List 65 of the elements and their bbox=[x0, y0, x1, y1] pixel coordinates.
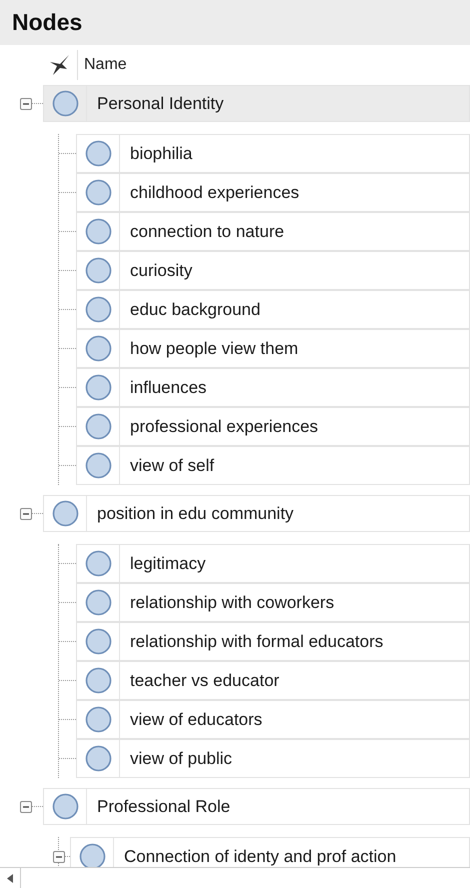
panel-title: Nodes bbox=[12, 9, 82, 36]
collapse-button[interactable] bbox=[20, 98, 32, 110]
node-icon bbox=[78, 843, 106, 867]
node-label: influences bbox=[129, 378, 207, 398]
node-label: relationship with coworkers bbox=[129, 592, 334, 612]
node-label: Professional Role bbox=[96, 796, 230, 816]
tree-row[interactable]: view of public bbox=[76, 739, 470, 778]
node-icon bbox=[84, 628, 112, 655]
node-label: relationship with formal educators bbox=[129, 632, 384, 652]
node-label: curiosity bbox=[129, 260, 192, 280]
node-icon bbox=[84, 550, 112, 577]
node-label: how people view them bbox=[129, 338, 298, 358]
collapse-button[interactable] bbox=[53, 850, 65, 862]
tree-row[interactable]: how people view them bbox=[76, 329, 470, 368]
tree-row[interactable]: Professional Role bbox=[43, 788, 470, 825]
tree-row[interactable]: influences bbox=[76, 368, 470, 407]
node-icon bbox=[84, 706, 112, 733]
node-label: view of self bbox=[129, 456, 214, 476]
node-icon bbox=[84, 413, 112, 440]
tree-row[interactable]: childhood experiences bbox=[76, 173, 470, 212]
left-arrow-icon bbox=[7, 874, 13, 882]
tree-row[interactable]: biophilia bbox=[76, 134, 470, 173]
node-icon bbox=[84, 589, 112, 616]
node-icon bbox=[52, 90, 78, 117]
tree-row[interactable]: Connection of identy and prof action bbox=[70, 837, 470, 867]
tree-row[interactable]: teacher vs educator bbox=[76, 661, 470, 700]
tree-row[interactable]: educ background bbox=[76, 290, 470, 329]
node-label: professional experiences bbox=[129, 416, 318, 436]
node-label: view of public bbox=[129, 748, 232, 768]
horizontal-scrollbar[interactable] bbox=[0, 867, 470, 888]
node-label: educ background bbox=[129, 300, 260, 320]
node-icon bbox=[84, 452, 112, 479]
collapse-button[interactable] bbox=[20, 800, 32, 812]
node-icon bbox=[84, 179, 112, 206]
node-icon bbox=[84, 374, 112, 401]
tree-row[interactable]: legitimacy bbox=[76, 544, 470, 583]
collapse-button[interactable] bbox=[20, 508, 32, 520]
node-label: Connection of identy and prof action bbox=[123, 846, 396, 866]
column-header[interactable]: Name bbox=[77, 50, 470, 80]
node-icon bbox=[52, 793, 78, 820]
node-icon bbox=[84, 667, 112, 694]
node-icon bbox=[84, 257, 112, 284]
node-icon bbox=[84, 140, 112, 167]
node-icon bbox=[84, 218, 112, 245]
node-label: view of educators bbox=[129, 710, 262, 730]
tree-row[interactable]: professional experiences bbox=[76, 407, 470, 446]
node-icon bbox=[52, 500, 78, 527]
node-label: Personal Identity bbox=[96, 94, 224, 114]
tree-row[interactable]: connection to nature bbox=[76, 212, 470, 251]
node-label: childhood experiences bbox=[129, 182, 300, 202]
node-icon bbox=[84, 335, 112, 362]
tree-row[interactable]: curiosity bbox=[76, 251, 470, 290]
tree-row[interactable]: relationship with formal educators bbox=[76, 622, 470, 661]
node-icon bbox=[84, 745, 112, 772]
node-label: position in edu community bbox=[96, 504, 294, 524]
tree-row[interactable]: position in edu community bbox=[43, 495, 470, 532]
node-label: legitimacy bbox=[129, 554, 206, 574]
tree-row[interactable]: view of educators bbox=[76, 700, 470, 739]
node-label: connection to nature bbox=[129, 222, 284, 242]
node-label: teacher vs educator bbox=[129, 670, 280, 690]
node-icon bbox=[84, 296, 112, 323]
tree-row[interactable]: relationship with coworkers bbox=[76, 583, 470, 622]
node-label: biophilia bbox=[129, 144, 192, 164]
tree-row[interactable]: view of self bbox=[76, 446, 470, 485]
tree-row[interactable]: Personal Identity bbox=[43, 85, 470, 122]
